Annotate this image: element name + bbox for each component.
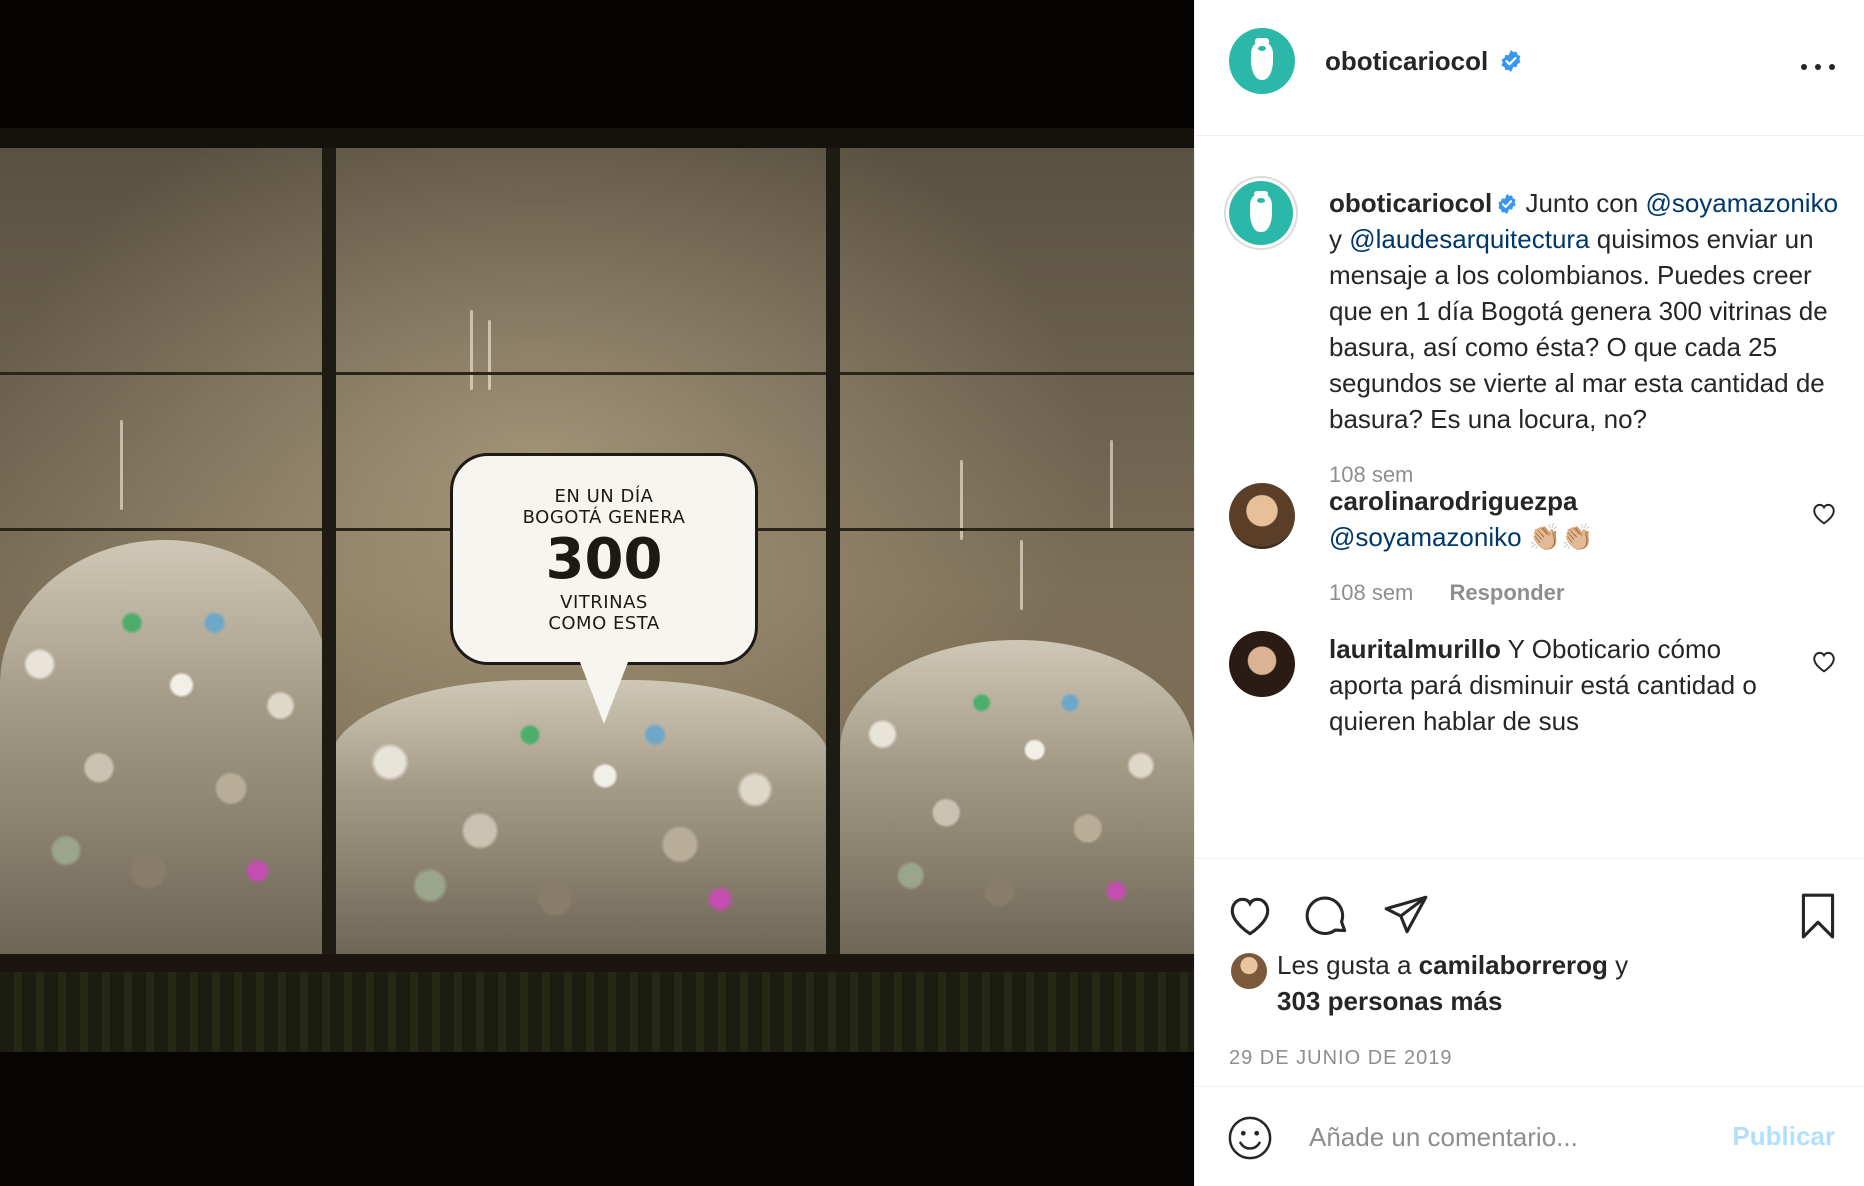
ground: [0, 1052, 1194, 1186]
brand-logo-icon: [1250, 190, 1272, 232]
comment-text: 👏🏼👏🏼: [1521, 522, 1594, 552]
building-roof: [0, 0, 1194, 148]
speech-bubble-tail: [580, 662, 628, 724]
light-reflection: [120, 420, 123, 510]
sign-number: 300: [545, 527, 663, 592]
roof-edge: [0, 128, 1194, 148]
post-image[interactable]: EN UN DÍA BOGOTÁ GENERA 300 VITRINAS COM…: [0, 0, 1194, 1186]
comment: lauritalmurillo Y Oboticario cómo aporta…: [1329, 631, 1799, 739]
emoji-smiley-icon[interactable]: [1227, 1115, 1273, 1161]
speech-bubble-sign: EN UN DÍA BOGOTÁ GENERA 300 VITRINAS COM…: [450, 453, 758, 665]
commenter-avatar[interactable]: [1229, 631, 1295, 697]
trash-pile-right: [840, 640, 1194, 954]
comment-timestamp[interactable]: 108 sem: [1329, 580, 1413, 605]
comment-mention[interactable]: @soyamazoniko: [1329, 522, 1522, 552]
profile-avatar[interactable]: [1229, 28, 1295, 94]
light-reflection: [488, 320, 491, 390]
comments-section[interactable]: oboticariocol Junto con @soyamazoniko y …: [1195, 137, 1864, 857]
sign-line: VITRINAS: [560, 592, 648, 613]
likes-line: Les gusta a camilaborrerog y: [1277, 947, 1628, 983]
bookmark-save-icon[interactable]: [1793, 891, 1843, 941]
likes-prefix: Les gusta a: [1277, 950, 1419, 980]
window-frame: [826, 148, 840, 954]
liker-avatar[interactable]: [1229, 951, 1269, 991]
caption-text: quisimos enviar un mensaje a los colombi…: [1329, 224, 1828, 434]
reply-button[interactable]: Responder: [1450, 580, 1565, 605]
sign-line: BOGOTÁ GENERA: [522, 507, 686, 528]
post-caption: oboticariocol Junto con @soyamazoniko y …: [1329, 185, 1849, 493]
window-frame: [322, 148, 336, 954]
share-send-icon[interactable]: [1381, 891, 1431, 941]
trash-pile-left: [0, 540, 330, 954]
comment-username[interactable]: carolinarodriguezpa: [1329, 486, 1578, 516]
commenter-avatar[interactable]: [1229, 483, 1295, 549]
window-sill: [0, 954, 1194, 972]
caption-text: y: [1329, 224, 1350, 254]
verified-badge-icon: [1498, 193, 1516, 215]
caption-username[interactable]: oboticariocol: [1329, 188, 1492, 218]
post-panel: oboticariocol oboticariocol Junto con @s…: [1194, 0, 1864, 1186]
liker-username[interactable]: camilaborrerog: [1419, 950, 1608, 980]
hedge: [0, 972, 1194, 1052]
header-username[interactable]: oboticariocol: [1325, 46, 1488, 76]
light-reflection: [1110, 440, 1113, 530]
add-comment-bar: Publicar: [1195, 1086, 1864, 1186]
light-reflection: [1020, 540, 1023, 610]
caption-mention-laudesarquitectura[interactable]: @laudesarquitectura: [1349, 224, 1589, 254]
caption-text: Junto con: [1518, 188, 1646, 218]
likes-count[interactable]: 303 personas más: [1277, 983, 1502, 1019]
publish-button[interactable]: Publicar: [1732, 1121, 1835, 1152]
like-heart-icon[interactable]: [1225, 891, 1275, 941]
comment-input[interactable]: [1309, 1113, 1709, 1161]
comment-username[interactable]: lauritalmurillo: [1329, 634, 1501, 664]
sign-line: EN UN DÍA: [554, 486, 654, 507]
more-options-icon[interactable]: [1801, 52, 1835, 82]
likes-suffix: y: [1607, 950, 1629, 980]
caption-mention-soyamazoniko[interactable]: @soyamazoniko: [1645, 188, 1838, 218]
window-rail: [0, 372, 1194, 375]
like-comment-icon[interactable]: [1811, 501, 1837, 525]
sign-line: COMO ESTA: [548, 613, 660, 634]
comment-bubble-icon[interactable]: [1303, 891, 1353, 941]
comment: carolinarodriguezpa @soyamazoniko 👏🏼👏🏼 1…: [1329, 483, 1799, 611]
verified-badge-icon: [1501, 50, 1521, 72]
brand-logo-icon: [1250, 38, 1274, 81]
light-reflection: [470, 310, 473, 390]
post-date[interactable]: 29 DE JUNIO DE 2019: [1229, 1047, 1453, 1070]
like-comment-icon[interactable]: [1811, 649, 1837, 673]
comment-meta: 108 sem Responder: [1329, 575, 1799, 611]
post-header: oboticariocol: [1195, 0, 1864, 136]
caption-avatar[interactable]: [1229, 181, 1293, 245]
post-actions: Les gusta a camilaborrerog y 303 persona…: [1195, 858, 1864, 1086]
